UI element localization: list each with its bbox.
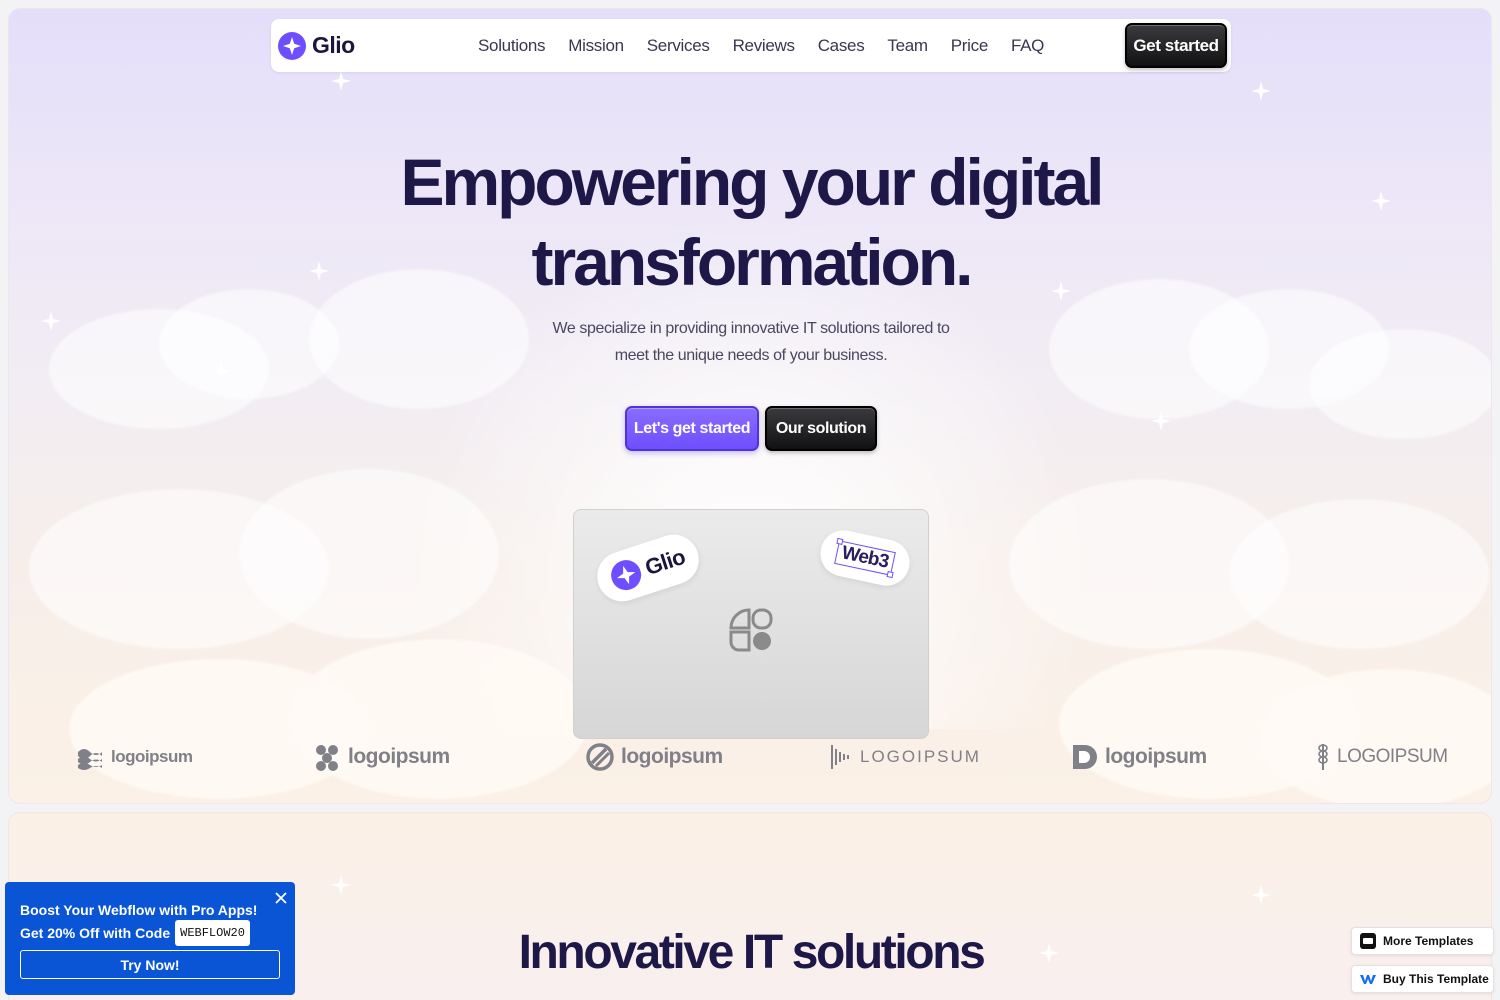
- shapes-icon: [729, 608, 773, 652]
- partner-logo-text: logoipsum: [1105, 745, 1207, 768]
- promo-headline: Boost Your Webflow with Pro Apps!: [20, 902, 258, 918]
- nav-link-team[interactable]: Team: [887, 36, 928, 56]
- glio-badge-label: Glio: [641, 543, 689, 581]
- bars-logo-icon: [830, 742, 854, 772]
- get-started-button[interactable]: Get started: [1125, 23, 1227, 68]
- cloud: [1309, 329, 1491, 439]
- more-templates-button[interactable]: More Templates: [1351, 927, 1494, 955]
- sparkle-icon: [41, 311, 61, 331]
- nav-link-cases[interactable]: Cases: [818, 36, 865, 56]
- promo-banner: Boost Your Webflow with Pro Apps! Get 20…: [5, 882, 295, 995]
- partner-logo-text: LOGOIPSUM: [860, 747, 981, 766]
- nav-link-reviews[interactable]: Reviews: [733, 36, 795, 56]
- promo-code: WEBFLOW20: [175, 920, 250, 946]
- webflow-icon: [1360, 971, 1376, 987]
- brand-logo[interactable]: Glio: [278, 19, 355, 72]
- brand-star-icon: [278, 31, 306, 60]
- hero-section: Glio Solutions Mission Services Reviews …: [8, 8, 1492, 804]
- hero-subline-line1: We specialize in providing innovative IT…: [552, 320, 950, 337]
- sparkle-icon: [1251, 81, 1271, 101]
- partner-logo-text: logoipsum: [621, 745, 723, 768]
- web3-badge-label: Web3: [834, 540, 896, 576]
- hero-headline-line2: transformation.: [531, 225, 973, 299]
- cloud: [1229, 499, 1489, 649]
- partner-logo: logoipsum: [585, 737, 723, 777]
- partner-logo-text: logoipsum: [348, 745, 450, 768]
- brand-star-icon: [607, 556, 645, 594]
- try-now-button[interactable]: Try Now!: [20, 950, 280, 979]
- partner-logo: LOGOIPSUM: [830, 737, 981, 777]
- promo-offer-text: Get 20% Off with Code: [20, 925, 171, 941]
- partner-logos: logoipsum logoipsum logoipsum LOGOIPSUM …: [9, 737, 1491, 777]
- sparkle-icon: [331, 71, 351, 91]
- partner-logo-text: LOGOIPSUM: [1337, 746, 1448, 767]
- nav-link-faq[interactable]: FAQ: [1011, 36, 1044, 56]
- brand-name: Glio: [312, 32, 355, 58]
- web3-badge: Web3: [816, 526, 914, 590]
- hero-headline: Empowering your digital transformation.: [9, 142, 1491, 302]
- cloud: [239, 469, 499, 639]
- nav-menu: Solutions Mission Services Reviews Cases…: [478, 19, 1067, 72]
- partner-logo: logoipsum: [75, 737, 193, 777]
- nav-link-price[interactable]: Price: [951, 36, 989, 56]
- nav-link-solutions[interactable]: Solutions: [478, 36, 546, 56]
- wheat-logo-icon: [1315, 742, 1331, 772]
- promo-offer: Get 20% Off with Code WEBFLOW20: [20, 920, 280, 946]
- partner-logo: logoipsum: [1069, 737, 1207, 777]
- partner-logo-text: logoipsum: [111, 747, 193, 766]
- partner-logo: logoipsum: [312, 737, 450, 777]
- buy-template-button[interactable]: Buy This Template: [1351, 965, 1494, 993]
- sparkle-icon: [1151, 411, 1171, 431]
- close-icon[interactable]: [273, 890, 289, 906]
- more-templates-label: More Templates: [1383, 934, 1474, 948]
- buy-template-label: Buy This Template: [1383, 972, 1489, 986]
- navbar: Glio Solutions Mission Services Reviews …: [271, 19, 1231, 72]
- nav-link-services[interactable]: Services: [647, 36, 710, 56]
- half-disc-logo-icon: [1069, 742, 1099, 772]
- sparkle-icon: [211, 361, 231, 381]
- hero-headline-line1: Empowering your digital: [400, 145, 1104, 219]
- hero-card: Glio Web3: [573, 509, 929, 739]
- ring-logo-icon: [585, 742, 615, 772]
- glio-badge: Glio: [590, 528, 706, 608]
- hero-subline: We specialize in providing innovative IT…: [551, 315, 951, 369]
- lets-get-started-button[interactable]: Let's get started: [625, 406, 759, 451]
- partner-logo: LOGOIPSUM: [1315, 737, 1448, 777]
- sparkle-icon: [331, 875, 351, 895]
- hero-subline-line2: meet the unique needs of your business.: [614, 347, 888, 364]
- sparkle-icon: [1251, 885, 1271, 905]
- waves-logo-icon: [75, 742, 105, 772]
- our-solution-button[interactable]: Our solution: [765, 406, 877, 451]
- template-grid-icon: [1360, 933, 1376, 949]
- nav-link-mission[interactable]: Mission: [568, 36, 624, 56]
- blocks-logo-icon: [312, 742, 342, 772]
